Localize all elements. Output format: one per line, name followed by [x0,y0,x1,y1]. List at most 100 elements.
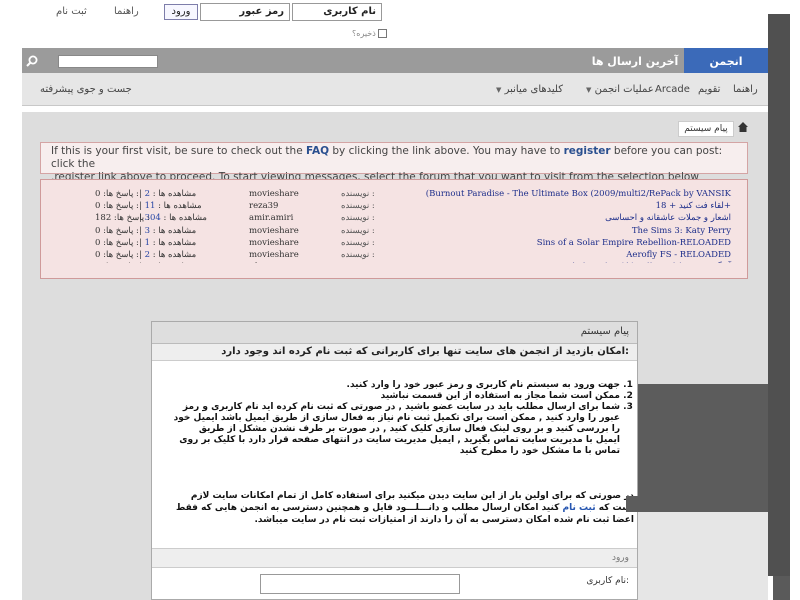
latest-post-poster[interactable]: movieshare [249,249,299,261]
search-input[interactable] [58,55,158,68]
latest-post-poster[interactable]: movieshare [249,237,299,249]
register-link[interactable]: ثبت نام [56,6,87,17]
poster-label: نویسنده : [341,213,375,224]
subnav-calendar[interactable]: تقویم [698,84,720,95]
window-right-edge-lower [773,576,790,600]
views-count: 2 [144,189,150,199]
views-count: 2 [144,250,150,260]
subnav-help[interactable]: راهنما [733,84,758,95]
latest-post-row: (Burnout Paradise - The Ultimate Box (20… [95,188,737,200]
latest-post-title[interactable]: Aerofly FS - RELOADED [626,249,731,261]
subnav-quick-links[interactable]: ▼ کلیدهای میانبر [496,84,563,95]
replies-count: 0 [95,201,101,212]
poster-label: نویسنده : [341,189,375,199]
latest-post-title[interactable]: اشعار و جملات عاشقانه و احساسی [605,212,731,224]
remember-checkbox[interactable] [377,29,387,38]
replies-label: پاسخ ها : [106,250,139,260]
latest-post-row: لقاء فت کنید + 18+ نویسنده : reza39 | مشاهد… [95,200,737,212]
latest-post-replies: 0 :پاسخ ها : [95,201,139,212]
message-header: پیام سیستم [152,322,637,344]
latest-post-views: | مشاهده ها : 6 [139,261,196,263]
replies-label: پاسخ ها : [106,201,139,212]
notice-text-a: If this is your first visit, be sure to … [51,145,306,157]
latest-post-title[interactable]: آهنگ جدید در ادامه مطلب بکلیک - امید حاج… [565,261,731,263]
remember-me[interactable]: ذخیره؟ [352,29,387,38]
latest-posts-list: (Burnout Paradise - The Ultimate Box (20… [95,188,737,263]
replies-label: پاسخ ها : [106,237,139,248]
latest-post-poster[interactable]: movieshare [249,188,299,200]
subnav-forum-actions[interactable]: ▼ عملیات انجمن [586,84,654,95]
tab-latest-posts[interactable]: آخرین ارسال ها [590,52,680,71]
latest-post-row: The Sims 3: Katy Perry نویسنده : movieshar… [95,225,737,237]
chevron-down-icon: ▼ [496,86,502,94]
latest-post-views: | مشاهده ها : 3 [139,225,197,236]
views-count: 3 [144,225,150,236]
faq-link[interactable]: FAQ [306,145,329,157]
login-button[interactable]: ورود [164,4,198,20]
replies-count: 182 [95,213,112,224]
subnav-advanced-search[interactable]: جست و جوی پیشرفته [40,84,132,95]
latest-post-views: | مشاهده ها : 2 [139,250,197,260]
latest-post-title[interactable]: (Burnout Paradise - The Ultimate Box (20… [426,188,731,200]
views-label: مشاهده ها : [163,213,207,224]
latest-post-title[interactable]: The Sims 3: Katy Perry [632,225,731,237]
latest-post-views: | مشاهده ها : 2 [139,189,197,199]
poster-label: نویسنده : [341,261,375,263]
remember-label: ذخیره؟ [352,29,376,38]
latest-post-title[interactable]: لقاء فت کنید + 18+ [656,200,731,212]
help-link[interactable]: راهنما [114,6,139,17]
poster-label: نویسنده : [341,201,375,212]
latest-post-replies: 0 :پاسخ ها : [95,237,139,248]
password-field[interactable]: رمز عبور [200,3,290,21]
username-label: نام کاربری: [586,576,629,586]
overlay-panel-light [638,512,768,600]
latest-post-poster[interactable]: reza39 [249,200,278,212]
latest-post-poster[interactable]: amir.amiri [249,212,293,224]
login-section-header: ورود [152,548,637,568]
breadcrumb[interactable]: پیام سیستم [678,121,734,137]
latest-post-replies: 182 :پاسخ ها : [95,213,150,224]
login-strip: ثبت نام راهنما ورود رمز عبور نام کاربری … [0,0,768,48]
replies-count: 0 [95,225,101,236]
message-body: جهت ورود به سیستم نام کاربری و رمز عبور … [172,380,636,457]
system-message-panel: پیام سیستم امکان بازدید از انجمن های سای… [151,321,638,600]
views-label: مشاهده ها : [152,237,197,248]
latest-post-replies: 0 :پاسخ ها : [95,189,139,199]
views-count: 6 [145,262,150,263]
message-title: پیام سیستم [580,326,629,337]
message-item: ممکن است شما مجاز به استفاده از این قسمت… [172,391,620,402]
first-visit-notice: If this is your first visit, be sure to … [40,142,748,183]
register-info-link[interactable]: ثبت نام [563,503,596,513]
subnav-arcade[interactable]: Arcade [655,84,690,95]
views-count: 1 [144,237,150,248]
latest-post-poster[interactable]: Ali [249,261,261,263]
overlay-panel-dark [638,384,768,512]
latest-post-row: اشعار و جملات عاشقانه و احساسی نویسنده : a… [95,212,737,224]
latest-post-replies: 0 :پاسخ ها : [95,225,139,236]
poster-label: نویسنده : [341,250,375,260]
latest-posts-ticker: (Burnout Paradise - The Ultimate Box (20… [40,179,748,279]
replies-label: پاسخ ها : [106,225,139,236]
latest-post-title[interactable]: Sins of a Solar Empire Rebellion-RELOADE… [537,237,731,249]
username-field[interactable]: نام کاربری [292,3,382,21]
replies-count: 0 [95,237,101,248]
replies-count: 0 [95,189,101,199]
tab-forum[interactable]: انجمن [684,48,768,75]
window-right-edge [768,14,790,576]
register-info: در صورتی که برای اولین بار از این سایت د… [170,490,634,526]
views-count: 11 [144,201,156,212]
latest-post-views: | مشاهده ها : 1 [139,237,197,248]
replies-label: پاسخ ها : [116,213,150,224]
poster-label: نویسنده : [341,225,375,236]
chevron-down-icon: ▼ [586,86,592,94]
latest-post-row: Aerofly FS - RELOADED نویسنده : movieshare… [95,249,737,261]
overlay-panel-tip [626,496,638,512]
search-icon[interactable] [25,54,39,68]
latest-post-poster[interactable]: movieshare [249,225,299,237]
home-icon[interactable] [738,122,748,132]
views-label: مشاهده ها : [152,225,197,236]
register-notice-link[interactable]: register [564,145,611,157]
username-input[interactable] [260,574,460,594]
views-label: مشاهده ها : [152,189,197,199]
message-subheader: امکان بازدید از انجمن های سایت تنها برای… [152,344,637,361]
